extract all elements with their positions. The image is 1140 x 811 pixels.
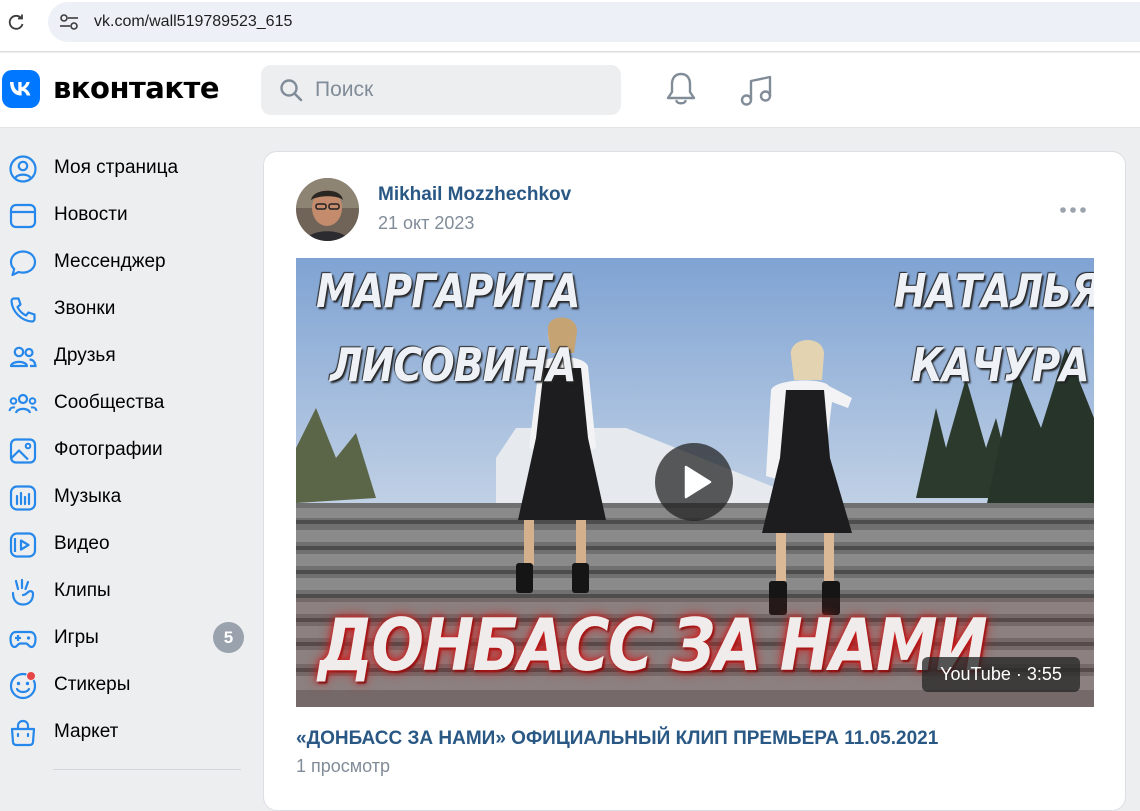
- vk-logo-icon[interactable]: [2, 70, 40, 108]
- sidebar-item-news[interactable]: Новости: [0, 192, 250, 239]
- sidebar-item-video[interactable]: Видео: [0, 521, 250, 568]
- avatar[interactable]: [296, 178, 359, 241]
- user-circle-icon: [9, 155, 37, 183]
- post-author-link[interactable]: Mikhail Mozzhechkov: [378, 184, 571, 206]
- vk-wordmark[interactable]: вконтакте: [53, 71, 220, 105]
- games-icon: [9, 630, 37, 649]
- search-box[interactable]: [261, 65, 621, 115]
- sidebar-item-label: Стикеры: [54, 674, 131, 695]
- sidebar-item-games[interactable]: Игры 5: [0, 615, 250, 662]
- browser-address-bar: vk.com/wall519789523_615: [0, 0, 1140, 52]
- photo-icon: [9, 438, 37, 464]
- more-options-icon[interactable]: [1059, 204, 1087, 216]
- video-title-link[interactable]: «ДОНБАСС ЗА НАМИ» ОФИЦИАЛЬНЫЙ КЛИП ПРЕМЬ…: [296, 728, 938, 750]
- overlay-name-right-first: НАТАЛЬЯ: [894, 264, 1094, 318]
- wall-post: Mikhail Mozzhechkov 21 окт 2023 МАРГАРИТ…: [263, 151, 1126, 811]
- message-icon: [9, 250, 37, 277]
- sidebar-item-music[interactable]: Музыка: [0, 474, 250, 521]
- overlay-video-title: ДОНБАСС ЗА НАМИ: [318, 603, 988, 687]
- url-text: vk.com/wall519789523_615: [94, 13, 293, 30]
- sidebar-divider: [53, 769, 241, 770]
- video-player[interactable]: МАРГАРИТА ЛИСОВИНА НАТАЛЬЯ КАЧУРА ДОНБАС…: [296, 258, 1094, 707]
- left-navigation: Моя страница Новости Мессенджер Звонки Д…: [0, 145, 250, 756]
- post-date[interactable]: 21 окт 2023: [378, 213, 474, 234]
- site-settings-icon[interactable]: [58, 12, 80, 32]
- bell-icon[interactable]: [664, 71, 698, 107]
- sidebar-item-messenger[interactable]: Мессенджер: [0, 239, 250, 286]
- sidebar-item-label: Видео: [54, 533, 110, 554]
- sidebar-item-communities[interactable]: Сообщества: [0, 380, 250, 427]
- reload-icon[interactable]: [6, 12, 26, 32]
- play-icon: [684, 465, 712, 499]
- phone-icon: [10, 297, 36, 323]
- sidebar-item-friends[interactable]: Друзья: [0, 333, 250, 380]
- sidebar-item-market[interactable]: Маркет: [0, 709, 250, 756]
- friends-icon: [9, 346, 37, 368]
- sidebar-item-label: Музыка: [54, 486, 122, 507]
- search-icon: [280, 79, 303, 102]
- author-photo: [296, 178, 359, 241]
- overlay-name-left-last: ЛИСОВИНА: [330, 338, 577, 392]
- overlay-name-left-first: МАРГАРИТА: [316, 264, 581, 318]
- new-indicator-dot: [26, 671, 36, 681]
- sidebar-item-label: Сообщества: [54, 392, 165, 413]
- games-counter-badge: 5: [213, 622, 244, 653]
- sidebar-item-label: Клипы: [54, 580, 111, 601]
- site-header: вконтакте: [0, 53, 1140, 128]
- communities-icon: [8, 393, 38, 414]
- sidebar-item-photos[interactable]: Фотографии: [0, 427, 250, 474]
- news-icon: [9, 203, 37, 229]
- sidebar-item-label: Маркет: [54, 721, 119, 742]
- search-input[interactable]: [315, 77, 605, 103]
- sidebar-item-my-page[interactable]: Моя страница: [0, 145, 250, 192]
- sidebar-item-stickers[interactable]: Стикеры: [0, 662, 250, 709]
- sidebar-item-calls[interactable]: Звонки: [0, 286, 250, 333]
- sidebar-item-label: Моя страница: [54, 157, 179, 178]
- play-button[interactable]: [655, 443, 733, 521]
- overlay-name-right-last: КАЧУРА: [911, 338, 1090, 392]
- video-views: 1 просмотр: [296, 756, 391, 776]
- url-field[interactable]: vk.com/wall519789523_615: [48, 2, 1140, 42]
- sidebar-item-label: Новости: [54, 204, 128, 225]
- sidebar-item-clips[interactable]: Клипы: [0, 568, 250, 615]
- video-icon: [9, 532, 37, 558]
- sidebar-item-label: Звонки: [54, 298, 116, 319]
- music-icon: [9, 485, 37, 511]
- market-icon: [10, 719, 36, 747]
- clips-icon: [11, 578, 35, 606]
- music-icon[interactable]: [738, 73, 774, 109]
- sidebar-item-label: Друзья: [54, 345, 116, 366]
- sidebar-item-label: Фотографии: [54, 439, 163, 460]
- sidebar-item-label: Мессенджер: [54, 251, 166, 272]
- sidebar-item-label: Игры: [54, 627, 99, 648]
- video-source-duration: YouTube · 3:55: [922, 657, 1080, 692]
